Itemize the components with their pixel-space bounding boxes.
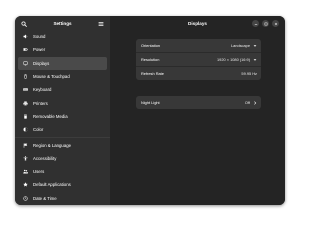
minimize-button[interactable] [252, 20, 259, 27]
orientation-value: Landscape [230, 43, 250, 48]
night-light-card: Night Light Off [136, 96, 261, 109]
sidebar-item-sound[interactable]: Sound [18, 30, 107, 43]
orientation-dropdown[interactable]: Landscape [231, 43, 257, 48]
main-menu-button[interactable] [96, 19, 106, 29]
sidebar-item-keyboard[interactable]: Keyboard [18, 83, 107, 96]
resolution-dropdown[interactable]: 1920 × 1080 (16:9) [217, 57, 257, 62]
sidebar-item-color[interactable]: Color [18, 123, 107, 136]
chevron-right-icon [254, 100, 257, 105]
hamburger-menu-icon [98, 22, 104, 26]
star-icon [23, 182, 28, 187]
content-header: Displays [110, 16, 285, 32]
chevron-down-icon [253, 44, 257, 47]
refresh-rate-label: Refresh Rate [141, 71, 164, 76]
sidebar-item-region-language[interactable]: Region & Language [18, 138, 107, 151]
clock-icon [23, 196, 28, 201]
sidebar-item-label: Removable Media [33, 113, 68, 119]
refresh-rate-value: 59.95 Hz [241, 71, 257, 76]
mouse-icon [23, 74, 28, 79]
color-icon [23, 127, 28, 132]
users-icon [23, 169, 28, 174]
close-button[interactable] [272, 20, 279, 27]
sidebar-item-label: Keyboard [33, 87, 52, 93]
sidebar-item-users[interactable]: Users [18, 165, 107, 178]
sidebar-item-label: Date & Time [33, 195, 57, 201]
sidebar-item-label: Power [33, 47, 46, 53]
accessibility-icon [23, 156, 28, 161]
close-icon [274, 22, 277, 25]
night-light-label: Night Light [141, 100, 160, 105]
flag-icon [23, 143, 28, 148]
sidebar-item-accessibility[interactable]: Accessibility [18, 152, 107, 165]
main-content: Displays Orientation Landscape Resolutio… [110, 16, 285, 205]
sidebar-nav: Sound Power Displays Mouse & Touchpad Ke… [15, 30, 110, 205]
display-settings-card: Orientation Landscape Resolution 1920 × … [136, 39, 261, 80]
sidebar-item-power[interactable]: Power [18, 43, 107, 56]
sidebar-item-default-applications[interactable]: Default Applications [18, 178, 107, 191]
sidebar-item-label: Region & Language [33, 142, 71, 148]
night-light-status: Off [245, 100, 257, 105]
sidebar-item-mouse-touchpad[interactable]: Mouse & Touchpad [18, 70, 107, 83]
speaker-icon [23, 34, 28, 39]
orientation-label: Orientation [141, 43, 161, 48]
sidebar-item-date-time[interactable]: Date & Time [18, 192, 107, 205]
usb-icon [23, 114, 28, 119]
night-light-row[interactable]: Night Light Off [136, 96, 261, 109]
sidebar-item-label: Sound [33, 34, 46, 40]
sidebar-item-label: Accessibility [33, 155, 57, 161]
sidebar-item-label: Color [33, 127, 44, 133]
sidebar-item-printers[interactable]: Printers [18, 96, 107, 109]
resolution-value: 1920 × 1080 (16:9) [217, 57, 250, 62]
sidebar-item-removable-media[interactable]: Removable Media [18, 110, 107, 123]
sidebar-item-label: Printers [33, 100, 48, 106]
night-light-value: Off [244, 100, 250, 105]
chevron-down-icon [253, 58, 257, 61]
resolution-label: Resolution [141, 57, 160, 62]
minimize-icon [254, 23, 257, 25]
power-icon [23, 47, 28, 52]
orientation-row[interactable]: Orientation Landscape [136, 39, 261, 52]
display-icon [23, 61, 28, 66]
sidebar-item-label: Users [33, 169, 45, 175]
sidebar: Settings Sound Power Displays Mouse & To… [15, 16, 110, 205]
sidebar-item-label: Default Applications [33, 182, 71, 188]
maximize-icon [264, 22, 267, 25]
refresh-rate-row[interactable]: Refresh Rate 59.95 Hz [136, 66, 261, 80]
resolution-row[interactable]: Resolution 1920 × 1080 (16:9) [136, 52, 261, 66]
settings-window: Settings Sound Power Displays Mouse & To… [15, 16, 285, 205]
keyboard-icon [23, 87, 28, 92]
printer-icon [23, 101, 28, 106]
sidebar-item-label: Mouse & Touchpad [33, 74, 70, 80]
sidebar-item-label: Displays [33, 60, 50, 66]
maximize-button[interactable] [262, 20, 269, 27]
sidebar-item-displays[interactable]: Displays [18, 56, 107, 70]
